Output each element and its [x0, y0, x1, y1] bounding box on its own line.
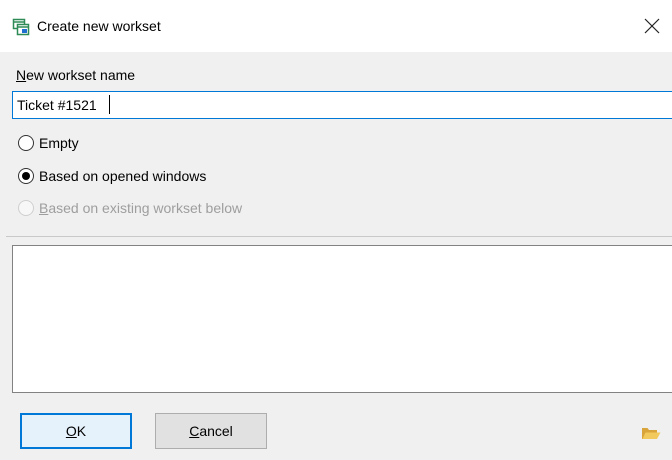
title-bar: Create new workset: [0, 0, 672, 52]
radio-selected-dot: [22, 172, 30, 180]
cancel-accesskey: C: [189, 423, 200, 439]
radio-empty-label: Empty: [39, 135, 79, 151]
existing-workset-list[interactable]: [12, 245, 672, 393]
window-title: Create new workset: [37, 18, 161, 34]
ok-accesskey: O: [65, 423, 77, 439]
name-label-text: ew workset name: [26, 67, 136, 83]
close-icon[interactable]: [644, 9, 672, 45]
dialog-footer: OK Cancel: [0, 402, 672, 460]
workset-name-input[interactable]: [12, 91, 672, 119]
folder-open-icon[interactable]: [641, 424, 661, 442]
radio-existing-accesskey: B: [39, 200, 49, 216]
text-caret: [109, 95, 110, 114]
radio-existing-circle: [18, 200, 34, 216]
name-label-accesskey: N: [16, 67, 27, 83]
radio-based-on-existing-workset: Based on existing workset below: [18, 198, 242, 218]
ok-label: K: [76, 423, 87, 439]
radio-opened-windows-label: Based on opened windows: [39, 168, 207, 184]
radio-existing-label: Based on existing workset below: [39, 200, 242, 216]
create-workset-dialog: Create new workset New workset name Empt…: [0, 0, 672, 460]
radio-opened-windows-circle[interactable]: [18, 168, 34, 184]
ok-button[interactable]: OK: [20, 413, 132, 449]
cancel-label: ancel: [199, 423, 233, 439]
radio-empty-circle[interactable]: [18, 135, 34, 151]
workset-name-label: New workset name: [16, 66, 135, 84]
radio-existing-label-text: ased on existing workset below: [48, 200, 243, 216]
section-divider: [6, 236, 672, 237]
radio-based-on-opened-windows[interactable]: Based on opened windows: [18, 166, 206, 186]
workset-window-icon: [12, 18, 30, 36]
cancel-button[interactable]: Cancel: [155, 413, 267, 449]
radio-empty[interactable]: Empty: [18, 133, 79, 153]
